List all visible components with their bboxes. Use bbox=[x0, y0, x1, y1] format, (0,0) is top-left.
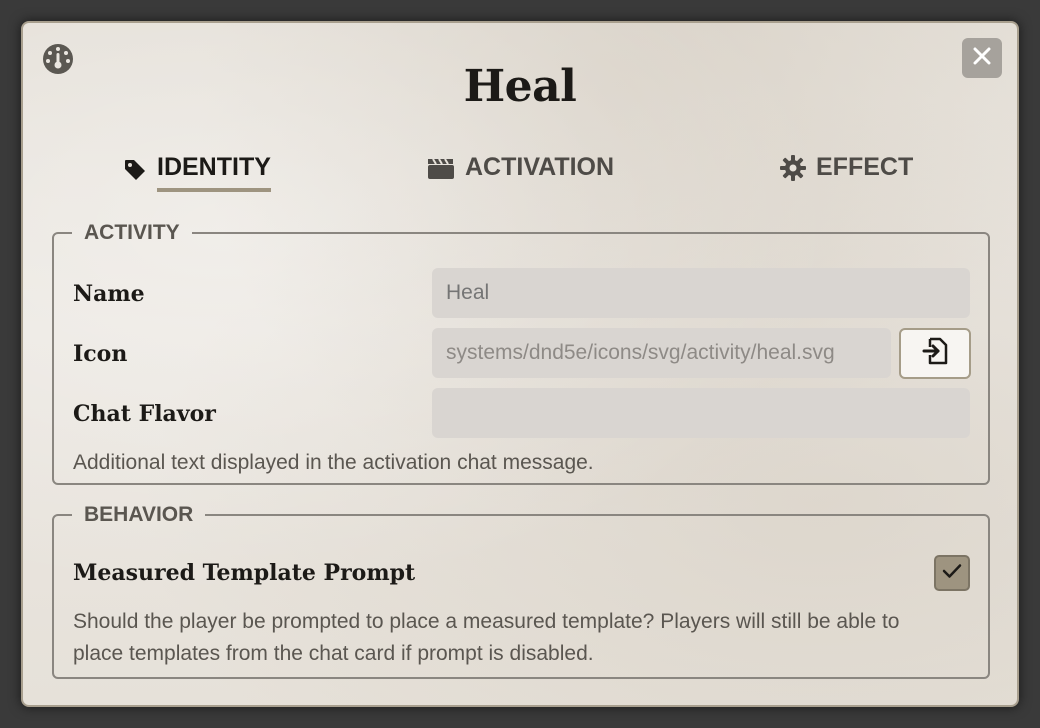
chat-flavor-input[interactable] bbox=[432, 388, 970, 438]
clapperboard-icon bbox=[427, 156, 455, 180]
tab-effect-label: EFFECT bbox=[816, 153, 914, 181]
tab-effect[interactable]: EFFECT bbox=[780, 153, 913, 188]
chat-flavor-hint: Additional text displayed in the activat… bbox=[73, 451, 594, 474]
template-prompt-checkbox[interactable] bbox=[934, 555, 970, 591]
behavior-legend: BEHAVIOR bbox=[84, 503, 194, 526]
activity-sheet-window: Heal IDENTITY ACTIVATION EFFECT ACTIVITY… bbox=[21, 21, 1019, 707]
tab-identity[interactable]: IDENTITY bbox=[123, 153, 271, 192]
checkmark-icon bbox=[942, 563, 962, 584]
tab-activation-label: ACTIVATION bbox=[465, 153, 615, 181]
icon-path-value: systems/dnd5e/icons/svg/activity/heal.sv… bbox=[446, 341, 835, 364]
activity-legend: ACTIVITY bbox=[84, 221, 180, 244]
window-title: Heal bbox=[463, 61, 577, 112]
file-import-icon bbox=[922, 337, 948, 370]
activity-section: ACTIVITY Name Icon systems/dnd5e/icons/s… bbox=[52, 221, 990, 485]
behavior-section: BEHAVIOR Measured Template Prompt Should… bbox=[52, 503, 990, 679]
gear-icon bbox=[780, 154, 806, 181]
icon-picker-button[interactable] bbox=[899, 328, 971, 379]
template-prompt-label: Measured Template Prompt bbox=[73, 560, 416, 586]
icon-path-input[interactable]: systems/dnd5e/icons/svg/activity/heal.sv… bbox=[432, 328, 891, 378]
tab-identity-label: IDENTITY bbox=[157, 153, 271, 192]
chat-flavor-label: Chat Flavor bbox=[73, 401, 216, 427]
name-label: Name bbox=[73, 281, 145, 307]
name-input[interactable] bbox=[432, 268, 970, 318]
tag-icon bbox=[123, 158, 147, 182]
template-prompt-hint: Should the player be prompted to place a… bbox=[73, 610, 900, 665]
tab-activation[interactable]: ACTIVATION bbox=[427, 153, 614, 188]
icon-label: Icon bbox=[73, 341, 128, 367]
tab-bar: IDENTITY ACTIVATION EFFECT bbox=[23, 153, 1017, 197]
